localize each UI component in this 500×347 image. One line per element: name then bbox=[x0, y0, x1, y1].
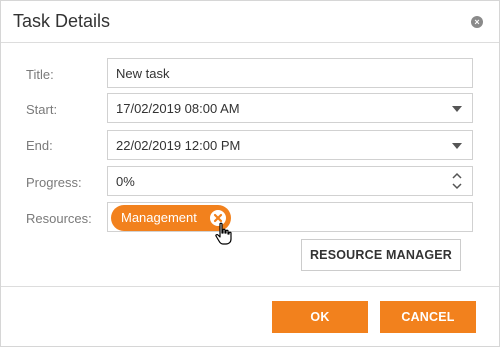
start-value: 17/02/2019 08:00 AM bbox=[116, 101, 240, 116]
start-label: Start: bbox=[26, 102, 58, 117]
resource-tag-label: Management bbox=[121, 210, 197, 225]
header-divider bbox=[1, 42, 499, 43]
hand-pointer-icon bbox=[213, 222, 233, 251]
progress-label: Progress: bbox=[26, 175, 82, 190]
title-input[interactable]: New task bbox=[107, 58, 473, 88]
dialog-title: Task Details bbox=[13, 11, 111, 31]
chevron-down-icon[interactable] bbox=[452, 143, 462, 149]
title-value: New task bbox=[116, 66, 170, 81]
ok-button[interactable]: OK bbox=[272, 301, 368, 333]
start-datetime-picker[interactable]: 17/02/2019 08:00 AM bbox=[107, 93, 473, 123]
task-details-dialog: Task Details × Title: New task Start: 17… bbox=[0, 0, 500, 347]
resources-label: Resources: bbox=[26, 211, 92, 226]
end-datetime-picker[interactable]: 22/02/2019 12:00 PM bbox=[107, 130, 473, 160]
resource-manager-button[interactable]: RESOURCE MANAGER bbox=[301, 239, 461, 271]
end-label: End: bbox=[26, 138, 53, 153]
progress-value: 0% bbox=[116, 174, 135, 189]
close-icon[interactable]: × bbox=[471, 16, 483, 28]
title-label: Title: bbox=[26, 67, 54, 82]
footer-divider bbox=[1, 286, 499, 287]
chevron-down-icon[interactable] bbox=[452, 106, 462, 112]
cancel-button[interactable]: CANCEL bbox=[380, 301, 476, 333]
progress-stepper[interactable]: 0% bbox=[107, 166, 473, 196]
spin-up-down-icon[interactable] bbox=[451, 170, 463, 192]
end-value: 22/02/2019 12:00 PM bbox=[116, 138, 241, 153]
